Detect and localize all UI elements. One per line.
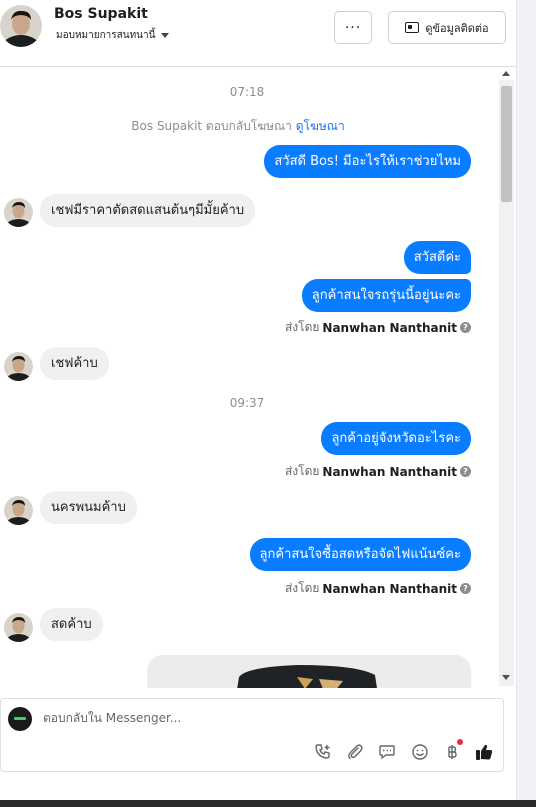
outgoing-message[interactable]: ลูกค้าสนใจซื้อสดหรือจัดไฟแน้นซ์คะ — [249, 538, 471, 571]
contact-avatar-small — [4, 613, 33, 642]
assign-conversation-dropdown[interactable]: มอบหมายการสนทนานี้ — [56, 28, 170, 43]
timestamp: 09:37 — [229, 396, 265, 410]
sent-by-name: Nanwhan Nanthanit — [322, 320, 457, 335]
incoming-message[interactable]: เชฟค้าบ — [40, 347, 109, 380]
sent-by-name: Nanwhan Nanthanit — [322, 581, 457, 596]
contact-avatar-small — [4, 352, 33, 381]
view-ad-link[interactable]: ดูโฆษณา — [296, 119, 345, 133]
contact-card-icon — [405, 22, 420, 33]
image-message[interactable] — [147, 655, 471, 688]
chat-bubble-icon[interactable] — [376, 741, 398, 763]
sent-by-name: Nanwhan Nanthanit — [322, 464, 457, 479]
contact-avatar-small — [4, 496, 33, 525]
outgoing-message[interactable]: สวัสดี Bos! มีอะไรให้เราช่วยไหม — [264, 145, 471, 178]
paperclip-icon[interactable] — [344, 741, 366, 763]
more-options-button[interactable]: ··· — [334, 11, 372, 44]
phone-plus-icon[interactable] — [312, 741, 334, 763]
caret-down-icon — [161, 33, 170, 38]
incoming-message[interactable]: สดค้าบ — [40, 608, 103, 641]
scroll-up-arrow-icon[interactable] — [502, 71, 510, 76]
outgoing-message[interactable]: ลูกค้าอยู่จังหวัดอะไรคะ — [321, 422, 471, 455]
notification-dot — [457, 739, 463, 745]
sent-by-prefix: ส่งโดย — [284, 581, 320, 595]
contact-avatar-small — [4, 198, 33, 227]
outgoing-message[interactable]: สวัสดีค่ะ — [403, 241, 471, 274]
contact-name[interactable]: Bos Supakit — [54, 6, 148, 22]
info-icon[interactable]: ? — [460, 322, 471, 333]
sent-by-label: ส่งโดย Nanwhan Nanthanit ? — [285, 579, 471, 598]
sent-by-label: ส่งโดย Nanwhan Nanthanit ? — [285, 462, 471, 481]
info-icon[interactable]: ? — [460, 583, 471, 594]
ad-note-text: Bos Supakit ตอบกลับโฆษณา — [131, 119, 292, 133]
window-bottom-edge — [0, 800, 536, 807]
view-contact-button[interactable]: ดูข้อมูลติดต่อ — [388, 11, 506, 44]
timestamp: 07:18 — [229, 85, 265, 99]
smiley-icon[interactable] — [409, 741, 431, 763]
thumbs-up-icon[interactable] — [473, 741, 495, 763]
ad-reply-note: Bos Supakit ตอบกลับโฆษณา ดูโฆษณา — [0, 117, 476, 136]
assign-label: มอบหมายการสนทนานี้ — [56, 30, 156, 41]
contact-avatar[interactable] — [0, 5, 42, 47]
page-avatar — [8, 707, 32, 731]
outgoing-message[interactable]: ลูกค้าสนใจรถรุ่นนี้อยู่นะคะ — [301, 279, 471, 312]
message-thread[interactable]: 07:18 Bos Supakit ตอบกลับโฆษณา ดูโฆษณา ส… — [0, 68, 516, 688]
sent-by-prefix: ส่งโดย — [284, 320, 320, 334]
page-gutter — [516, 0, 536, 807]
incoming-message[interactable]: นครพนมค้าบ — [40, 491, 137, 524]
info-icon[interactable]: ? — [460, 466, 471, 477]
scrollbar-thumb[interactable] — [501, 86, 512, 202]
conversation-panel: Bos Supakit มอบหมายการสนทนานี้ ··· ดูข้อ… — [0, 0, 516, 807]
view-contact-label: ดูข้อมูลติดต่อ — [425, 21, 489, 35]
sent-by-prefix: ส่งโดย — [284, 464, 320, 478]
sent-by-label: ส่งโดย Nanwhan Nanthanit ? — [285, 318, 471, 337]
reply-input[interactable] — [43, 711, 463, 725]
message-composer — [0, 698, 504, 772]
scroll-down-arrow-icon[interactable] — [502, 675, 510, 680]
conversation-header: Bos Supakit มอบหมายการสนทนานี้ ··· ดูข้อ… — [0, 0, 516, 67]
incoming-message[interactable]: เชฟมีราคาตัดสดแสนต้นๆมีมั้ยค้าบ — [40, 194, 256, 227]
